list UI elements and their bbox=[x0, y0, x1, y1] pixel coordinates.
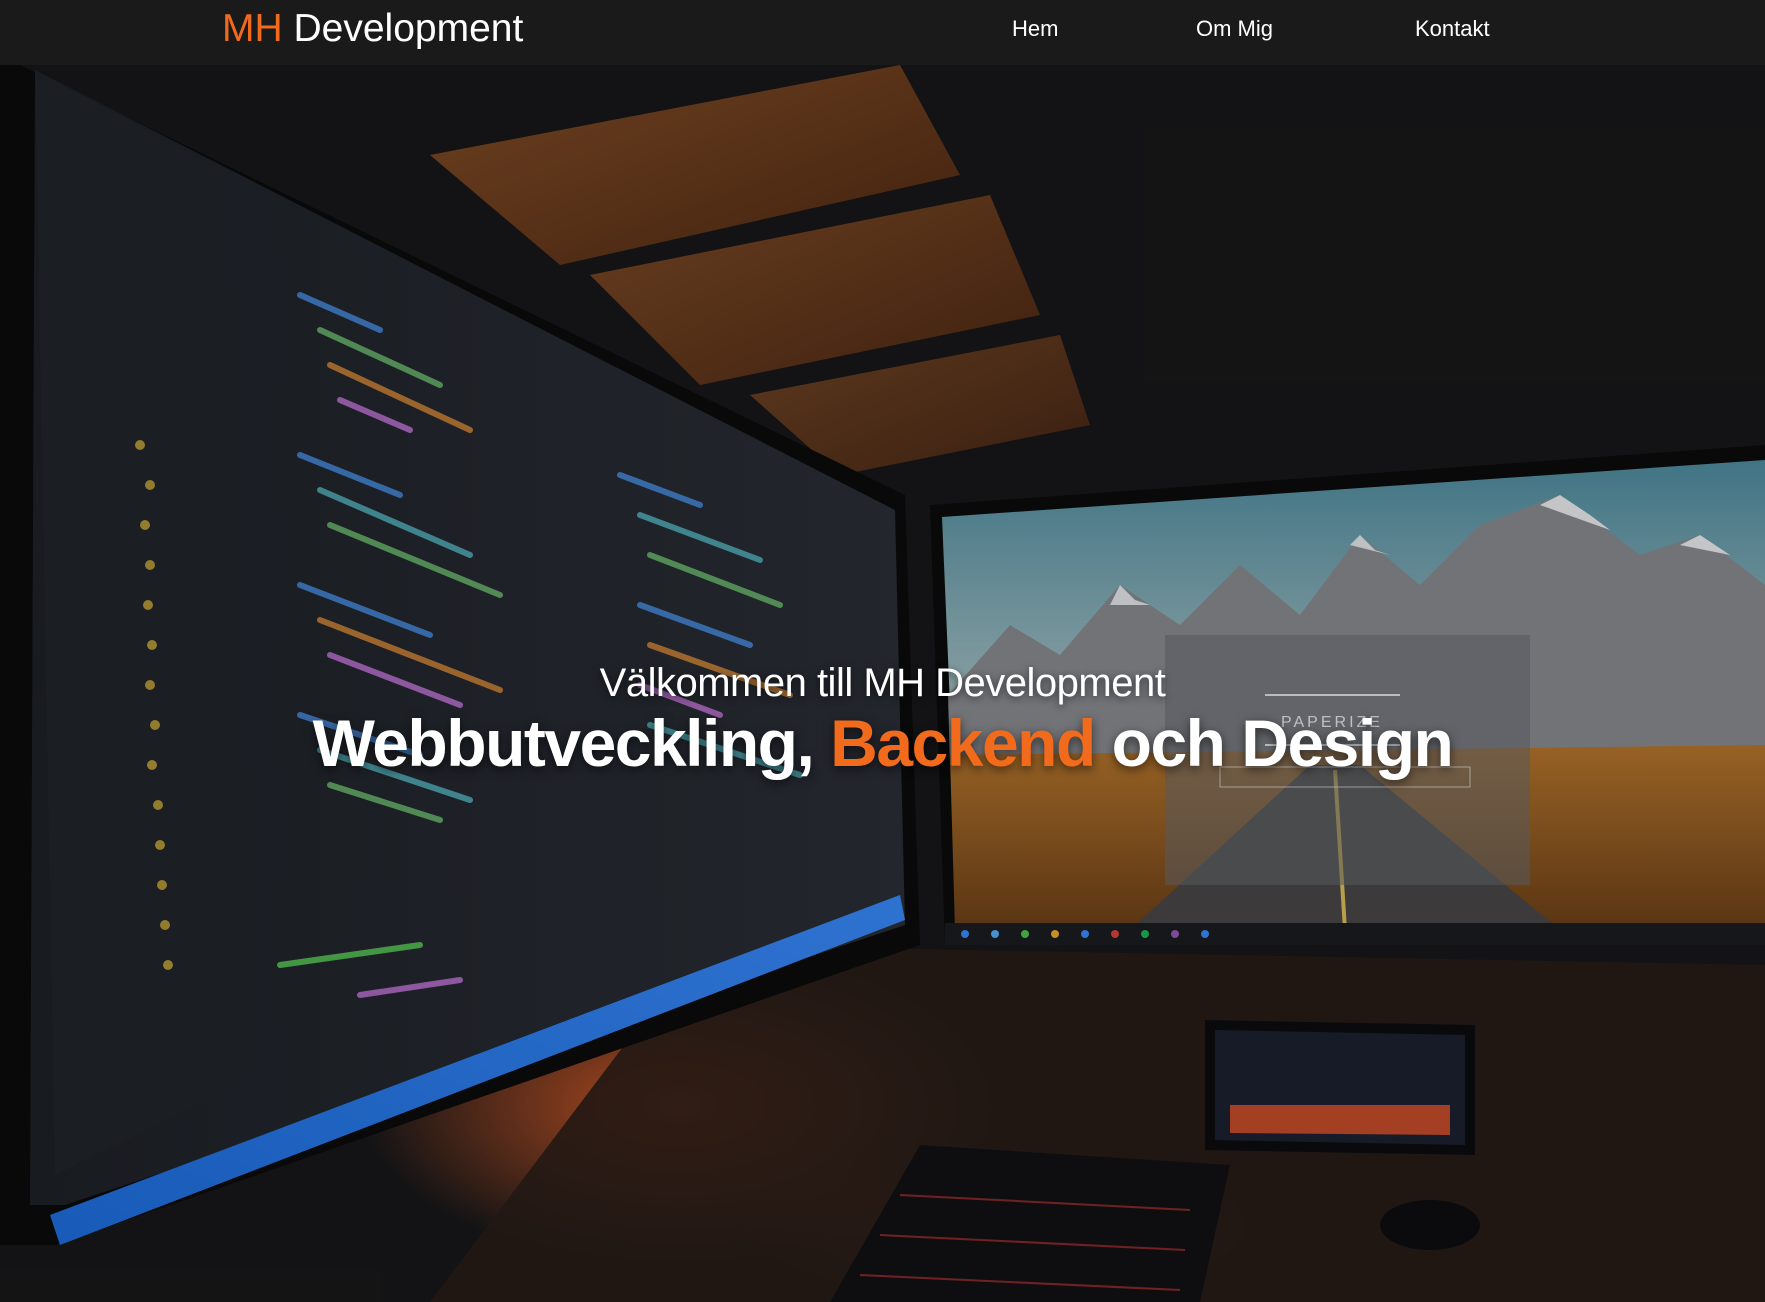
brand-logo[interactable]: MH Development bbox=[222, 4, 523, 54]
navbar: MH Development Hem Om Mig Kontakt bbox=[0, 0, 1765, 65]
hero-title-highlight: Backend bbox=[830, 706, 1096, 780]
hero-title-part1: Webbutveckling, bbox=[312, 706, 831, 780]
nav-link-kontakt[interactable]: Kontakt bbox=[1415, 16, 1490, 42]
hero-title: Webbutveckling, Backend och Design bbox=[0, 703, 1765, 783]
nav-link-om-mig[interactable]: Om Mig bbox=[1196, 16, 1273, 42]
brand-accent: MH bbox=[222, 7, 283, 50]
page: MH Development Hem Om Mig Kontakt PAPERI… bbox=[0, 0, 1765, 1302]
hero-section: PAPERIZE Välkommen till MH Development W… bbox=[0, 65, 1765, 1302]
nav-link-hem[interactable]: Hem bbox=[1012, 16, 1058, 42]
hero-subtitle: Välkommen till MH Development bbox=[599, 661, 1166, 705]
hero-title-part2: och Design bbox=[1094, 706, 1454, 780]
brand-name: Development bbox=[282, 7, 524, 50]
